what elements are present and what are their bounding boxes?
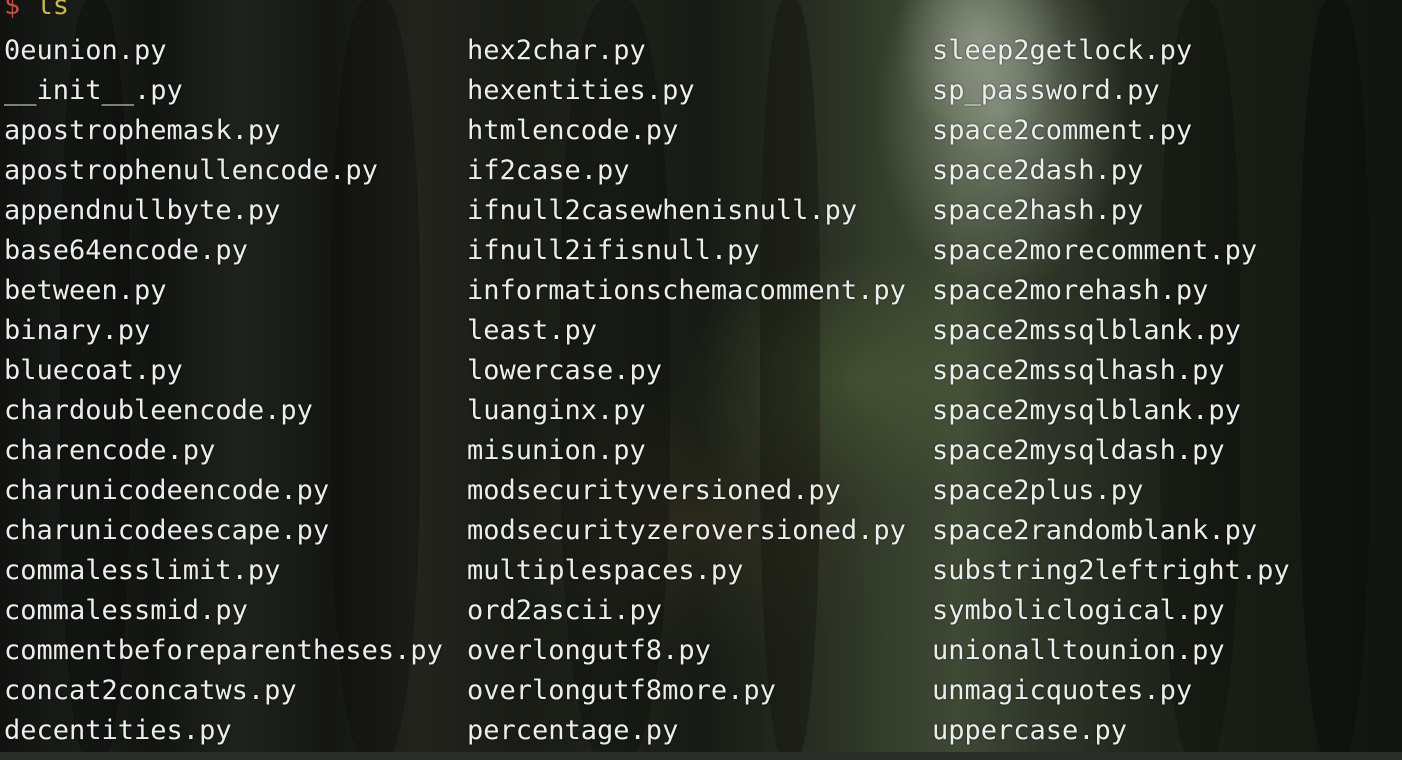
file-entry: space2mysqlblank.py [932, 395, 1241, 426]
ls-output-column-3: sleep2getlock.py sp_password.py space2comm… [932, 31, 1290, 751]
file-entry: luanginx.py [467, 395, 646, 426]
file-entry: chardoubleencode.py [4, 395, 313, 426]
file-entry: 0eunion.py [4, 35, 167, 66]
file-entry: substring2leftright.py [932, 555, 1290, 586]
file-entry: informationschemacomment.py [467, 275, 906, 306]
file-entry: multiplespaces.py [467, 555, 744, 586]
file-entry: charencode.py [4, 435, 216, 466]
file-entry: binary.py [4, 315, 151, 346]
file-entry: space2morecomment.py [932, 235, 1258, 266]
file-entry: space2morehash.py [932, 275, 1209, 306]
terminal-bottom-edge [0, 752, 1402, 760]
file-entry: decentities.py [4, 715, 232, 746]
file-entry: __init__.py [4, 75, 183, 106]
file-entry: overlongutf8.py [467, 635, 711, 666]
file-entry: base64encode.py [4, 235, 248, 266]
file-entry: htmlencode.py [467, 115, 679, 146]
file-entry: space2mssqlblank.py [932, 315, 1241, 346]
file-entry: sleep2getlock.py [932, 35, 1193, 66]
command-prompt-line: $ ls [4, 0, 69, 22]
file-entry: overlongutf8more.py [467, 675, 776, 706]
file-entry: charunicodeencode.py [4, 475, 330, 506]
file-entry: if2case.py [467, 155, 630, 186]
file-entry: symboliclogical.py [932, 595, 1225, 626]
file-entry: appendnullbyte.py [4, 195, 281, 226]
file-entry: space2plus.py [932, 475, 1144, 506]
file-entry: least.py [467, 315, 598, 346]
file-entry: hexentities.py [467, 75, 695, 106]
file-entry: percentage.py [467, 715, 679, 746]
file-entry: space2dash.py [932, 155, 1144, 186]
file-entry: misunion.py [467, 435, 646, 466]
file-entry: concat2concatws.py [4, 675, 297, 706]
file-entry: lowercase.py [467, 355, 663, 386]
file-entry: commentbeforeparentheses.py [4, 635, 443, 666]
file-entry: space2randomblank.py [932, 515, 1258, 546]
file-entry: sp_password.py [932, 75, 1160, 106]
file-entry: unionalltounion.py [932, 635, 1225, 666]
file-entry: ifnull2casewhenisnull.py [467, 195, 858, 226]
file-entry: modsecurityversioned.py [467, 475, 841, 506]
file-entry: between.py [4, 275, 167, 306]
file-entry: uppercase.py [932, 715, 1128, 746]
file-entry: apostrophemask.py [4, 115, 281, 146]
file-entry: ifnull2ifisnull.py [467, 235, 760, 266]
file-entry: apostrophenullencode.py [4, 155, 378, 186]
file-entry: bluecoat.py [4, 355, 183, 386]
file-entry: unmagicquotes.py [932, 675, 1193, 706]
prompt-symbol: $ [4, 0, 21, 21]
file-entry: space2comment.py [932, 115, 1193, 146]
file-entry: space2mysqldash.py [932, 435, 1225, 466]
file-entry: modsecurityzeroversioned.py [467, 515, 906, 546]
file-entry: commalessmid.py [4, 595, 248, 626]
file-entry: ord2ascii.py [467, 595, 663, 626]
file-entry: space2hash.py [932, 195, 1144, 226]
prompt-command: ls [36, 0, 70, 21]
file-entry: space2mssqlhash.py [932, 355, 1225, 386]
ls-output-column-1: 0eunion.py __init__.py apostrophemask.py ap… [4, 31, 443, 751]
file-entry: hex2char.py [467, 35, 646, 66]
ls-output-column-2: hex2char.py hexentities.py htmlencode.py if… [467, 31, 906, 751]
terminal-window[interactable]: $ ls 0eunion.py __init__.py apostrophemask… [0, 0, 1402, 760]
file-entry: charunicodeescape.py [4, 515, 330, 546]
file-entry: commalesslimit.py [4, 555, 281, 586]
